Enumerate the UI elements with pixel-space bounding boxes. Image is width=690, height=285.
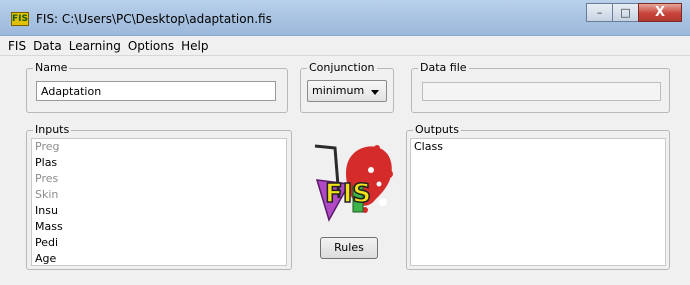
menu-learning[interactable]: Learning — [69, 39, 121, 53]
conjunction-group-label: Conjunction — [307, 61, 377, 75]
conjunction-select[interactable]: minimum — [307, 80, 387, 102]
menu-fis[interactable]: FIS — [8, 39, 26, 53]
datafile-group-label: Data file — [418, 61, 469, 75]
minimize-button[interactable]: – — [586, 3, 613, 22]
inputs-group-label: Inputs — [33, 123, 72, 137]
input-item-skin[interactable]: Skin — [32, 187, 286, 203]
close-button[interactable]: X — [638, 3, 682, 22]
inputs-list[interactable]: Preg Plas Pres Skin Insu Mass Pedi Age — [31, 138, 287, 266]
conjunction-selected-value: minimum — [312, 84, 365, 97]
input-item-insu[interactable]: Insu — [32, 203, 286, 219]
outputs-group-label: Outputs — [413, 123, 461, 137]
input-item-pres[interactable]: Pres — [32, 171, 286, 187]
window-controls: – □ X — [586, 3, 682, 23]
close-icon: X — [654, 5, 666, 20]
title-bar[interactable]: FIS FIS: C:\Users\PC\Desktop\adaptation.… — [0, 0, 690, 36]
datafile-field[interactable] — [422, 82, 661, 101]
menu-help[interactable]: Help — [181, 39, 208, 53]
name-field[interactable]: Adaptation — [36, 81, 276, 101]
inputs-group: Inputs Preg Plas Pres Skin Insu Mass Pedi Age — [26, 123, 292, 270]
menu-options[interactable]: Options — [128, 39, 174, 53]
datafile-group: Data file — [411, 61, 670, 113]
fis-logo: FIS — [314, 144, 393, 222]
rules-button[interactable]: Rules — [320, 237, 378, 259]
conjunction-group: Conjunction minimum — [300, 61, 394, 113]
app-icon: FIS — [11, 12, 29, 26]
chevron-down-icon — [371, 90, 379, 95]
output-item-class[interactable]: Class — [411, 139, 665, 155]
logo-text: FIS — [325, 179, 371, 209]
input-item-plas[interactable]: Plas — [32, 155, 286, 171]
outputs-list[interactable]: Class — [410, 138, 666, 266]
input-item-mass[interactable]: Mass — [32, 219, 286, 235]
menu-data[interactable]: Data — [33, 39, 62, 53]
outputs-group: Outputs Class — [406, 123, 670, 270]
maximize-button[interactable]: □ — [612, 3, 639, 22]
input-item-pedi[interactable]: Pedi — [32, 235, 286, 251]
menu-bar: FIS Data Learning Options Help — [0, 36, 690, 56]
name-group-label: Name — [33, 61, 70, 75]
input-item-age[interactable]: Age — [32, 251, 286, 267]
name-group: Name Adaptation — [26, 61, 288, 113]
window-title: FIS: C:\Users\PC\Desktop\adaptation.fis — [36, 12, 272, 26]
minimize-icon: – — [596, 6, 603, 19]
input-item-preg[interactable]: Preg — [32, 139, 286, 155]
maximize-icon: □ — [620, 6, 631, 19]
